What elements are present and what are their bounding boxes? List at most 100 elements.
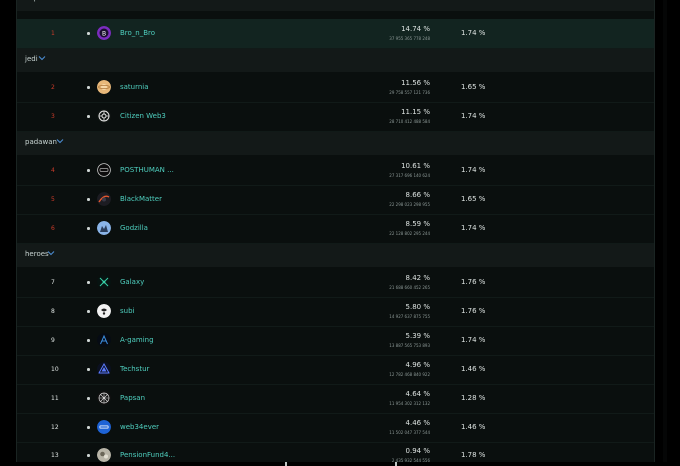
validator-row[interactable]: 11 Papsan 4.64 % 11 954 302 312 132 1.28… xyxy=(17,384,654,414)
voting-power-amount: 28 710 412 488 584 xyxy=(389,119,430,124)
group-label: imperator xyxy=(25,0,60,2)
rank: 3 xyxy=(51,113,55,120)
validator-row[interactable]: 5 BlackMatter 8.66 % 22 298 023 298 955 … xyxy=(17,185,654,215)
validator-name[interactable]: Bro_n_Bro xyxy=(120,29,155,37)
validator-name[interactable]: web34ever xyxy=(120,423,159,431)
web34ever-logo-icon xyxy=(97,420,111,434)
validator-name[interactable]: Galaxy xyxy=(120,278,144,286)
group-label: padawan xyxy=(25,138,57,146)
bottom-marker xyxy=(285,462,287,466)
rank: 2 xyxy=(51,84,55,91)
voting-power-percent: 4.96 % xyxy=(405,361,430,369)
commission: 1.76 % xyxy=(461,307,486,315)
group-header-jedi[interactable]: jedi xyxy=(17,49,654,72)
group-label: heroes xyxy=(25,250,49,258)
bullet xyxy=(87,310,90,313)
a-gaming-logo-icon xyxy=(97,333,111,347)
bottom-bar xyxy=(0,462,680,466)
commission: 1.65 % xyxy=(461,195,486,203)
validator-name[interactable]: saturnia xyxy=(120,83,149,91)
validator-name[interactable]: Techstur xyxy=(120,365,149,373)
godzilla-logo-icon xyxy=(97,221,111,235)
commission: 1.65 % xyxy=(461,83,486,91)
validator-name[interactable]: BlackMatter xyxy=(120,195,162,203)
validator-row[interactable]: 2 saturnia 11.56 % 29 758 557 121 736 1.… xyxy=(17,73,654,103)
voting-power-amount: 11 954 302 312 132 xyxy=(389,401,430,406)
subi-logo-icon xyxy=(97,304,111,318)
chevron-down-icon xyxy=(47,251,55,256)
bullet xyxy=(87,198,90,201)
rank: 1 xyxy=(51,30,55,37)
papsan-logo-icon xyxy=(97,391,111,405)
validator-row[interactable]: 12 web34ever 4.46 % 11 502 047 377 544 1… xyxy=(17,413,654,443)
bullet xyxy=(87,169,90,172)
posthuman-logo-icon xyxy=(97,163,111,177)
voting-power-amount: 14 927 637 875 755 xyxy=(389,314,430,319)
validator-row[interactable]: 1 B Bro_n_Bro 14.74 % 37 955 365 778 248… xyxy=(17,19,654,49)
voting-power-amount: 12 782 468 840 922 xyxy=(389,372,430,377)
group-header-padawan[interactable]: padawan xyxy=(17,132,654,155)
scrollbar-track[interactable] xyxy=(663,0,667,466)
voting-power-percent: 0.94 % xyxy=(405,447,430,455)
validator-row[interactable]: 4 POSTHUMAN ... 10.61 % 27 317 696 140 6… xyxy=(17,156,654,186)
validator-row[interactable]: 10 Techstur 4.96 % 12 782 468 840 922 1.… xyxy=(17,355,654,385)
rank: 9 xyxy=(51,337,55,344)
voting-power-amount: 22 298 023 298 955 xyxy=(389,202,430,207)
validator-name[interactable]: A-gaming xyxy=(120,336,154,344)
group-header-imperator[interactable]: imperator xyxy=(17,0,654,11)
blackmatter-logo-icon xyxy=(97,192,111,206)
validator-name[interactable]: Godzilla xyxy=(120,224,148,232)
chevron-down-icon xyxy=(56,139,64,144)
voting-power-percent: 8.59 % xyxy=(405,220,430,228)
validator-row[interactable]: 8 subi 5.80 % 14 927 637 875 755 1.76 % xyxy=(17,297,654,327)
commission: 1.74 % xyxy=(461,29,486,37)
rank: 4 xyxy=(51,167,55,174)
validator-name[interactable]: POSTHUMAN ... xyxy=(120,166,174,174)
voting-power-percent: 8.42 % xyxy=(405,274,430,282)
voting-power-amount: 11 502 047 377 544 xyxy=(389,430,430,435)
voting-power-amount: 37 955 365 778 248 xyxy=(389,36,430,41)
bullet xyxy=(87,426,90,429)
bullet xyxy=(87,281,90,284)
chevron-down-icon xyxy=(38,56,46,61)
bullet xyxy=(87,32,90,35)
rank: 13 xyxy=(51,452,59,459)
commission: 1.46 % xyxy=(461,365,486,373)
validator-row[interactable]: 6 Godzilla 8.59 % 22 128 802 295 244 1.7… xyxy=(17,214,654,244)
validator-row[interactable]: 9 A-gaming 5.39 % 13 887 565 753 893 1.7… xyxy=(17,326,654,356)
saturnia-logo-icon xyxy=(97,80,111,94)
commission: 1.74 % xyxy=(461,336,486,344)
validator-row[interactable]: 7 Galaxy 8.42 % 21 688 660 452 265 1.76 … xyxy=(17,268,654,298)
svg-text:B: B xyxy=(102,31,106,38)
group-header-heroes[interactable]: heroes xyxy=(17,244,654,267)
rank: 5 xyxy=(51,196,55,203)
bro-n-bro-logo-icon: B xyxy=(97,26,111,40)
voting-power-percent: 5.80 % xyxy=(405,303,430,311)
bullet xyxy=(87,115,90,118)
bullet xyxy=(87,368,90,371)
commission: 1.28 % xyxy=(461,394,486,402)
commission: 1.46 % xyxy=(461,423,486,431)
voting-power-percent: 11.56 % xyxy=(401,79,430,87)
bullet xyxy=(87,339,90,342)
group-label: jedi xyxy=(25,55,38,63)
rank: 10 xyxy=(51,366,59,373)
validator-name[interactable]: PensionFund4... xyxy=(120,451,175,459)
voting-power-percent: 11.15 % xyxy=(401,108,430,116)
pensionfund-logo-icon xyxy=(97,448,111,462)
voting-power-percent: 4.64 % xyxy=(405,390,430,398)
voting-power-percent: 10.61 % xyxy=(401,162,430,170)
bullet xyxy=(87,397,90,400)
commission: 1.74 % xyxy=(461,166,486,174)
validator-row[interactable]: 3 Citizen Web3 11.15 % 28 710 412 488 58… xyxy=(17,102,654,132)
bullet xyxy=(87,227,90,230)
voting-power-percent: 14.74 % xyxy=(401,25,430,33)
validator-name[interactable]: Papsan xyxy=(120,394,145,402)
validator-name[interactable]: subi xyxy=(120,307,134,315)
validator-name[interactable]: Citizen Web3 xyxy=(120,112,166,120)
commission: 1.74 % xyxy=(461,112,486,120)
citizen-web3-logo-icon xyxy=(97,109,111,123)
chevron-down-icon xyxy=(59,0,67,1)
voting-power-amount: 29 758 557 121 736 xyxy=(389,90,430,95)
rank: 6 xyxy=(51,225,55,232)
